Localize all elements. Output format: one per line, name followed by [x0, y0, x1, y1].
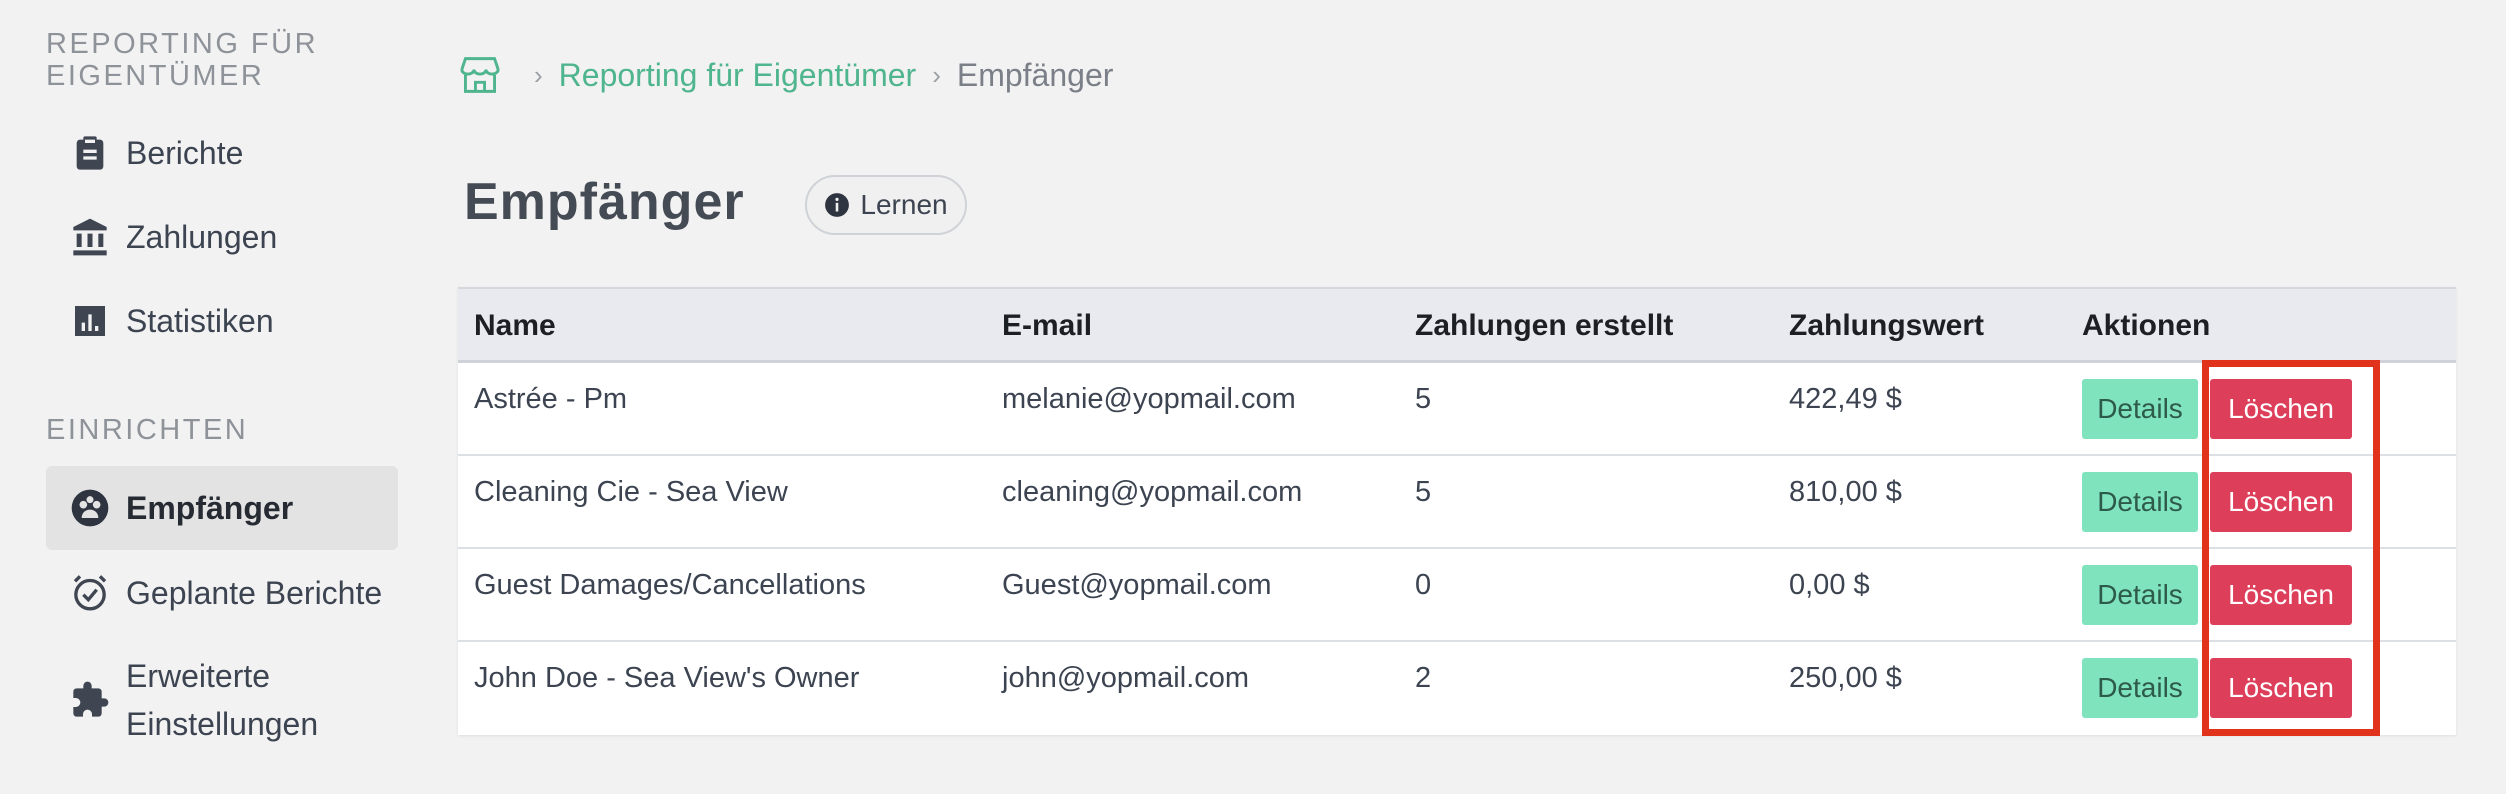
- sidebar: REPORTING FÜR EIGENTÜMER Berichte Zahlun…: [0, 0, 420, 794]
- cell-name: Guest Damages/Cancellations: [474, 569, 866, 601]
- recipients-table: Name E-mail Zahlungen erstellt Zahlungsw…: [458, 287, 2456, 735]
- sidebar-item-berichte[interactable]: Berichte: [46, 126, 398, 180]
- cell-email: Guest@yopmail.com: [1002, 569, 1272, 601]
- page-title: Empfänger: [464, 173, 745, 231]
- cell-name: Cleaning Cie - Sea View: [474, 476, 788, 508]
- bar-chart-icon: [68, 299, 112, 343]
- breadcrumb: › Reporting für Eigentümer › Empfänger: [458, 52, 1113, 98]
- column-header-name: Name: [474, 309, 556, 342]
- cell-name: John Doe - Sea View's Owner: [474, 662, 860, 694]
- delete-button[interactable]: Löschen: [2210, 379, 2352, 439]
- sidebar-item-zahlungen[interactable]: Zahlungen: [46, 210, 398, 264]
- sidebar-item-label-line2: Einstellungen: [126, 706, 319, 742]
- sidebar-item-label: Zahlungen: [126, 218, 278, 255]
- home-icon[interactable]: [458, 55, 502, 95]
- cell-payments-created: 5: [1415, 383, 1432, 415]
- details-button[interactable]: Details: [2082, 472, 2198, 532]
- cell-payment-value: 810,00 $: [1789, 476, 1902, 508]
- cell-payments-created: 5: [1415, 476, 1432, 508]
- delete-button[interactable]: Löschen: [2210, 472, 2352, 532]
- bank-icon: [68, 215, 112, 259]
- sidebar-section-setup: EINRICHTEN: [46, 414, 249, 446]
- table-row: Astrée - Pm melanie@yopmail.com 5 422,49…: [458, 363, 2456, 456]
- sidebar-item-empfaenger[interactable]: Empfänger: [46, 466, 398, 550]
- sidebar-item-label: Empfänger: [126, 489, 294, 526]
- info-icon: [825, 193, 850, 217]
- details-button[interactable]: Details: [2082, 658, 2198, 718]
- app-root: REPORTING FÜR EIGENTÜMER Berichte Zahlun…: [0, 0, 2506, 794]
- cell-email: john@yopmail.com: [1002, 662, 1250, 694]
- alarm-clock-icon: [68, 571, 112, 615]
- sidebar-item-label: Berichte: [126, 134, 244, 171]
- learn-button[interactable]: Lernen: [805, 175, 967, 235]
- breadcrumb-link-reporting[interactable]: Reporting für Eigentümer: [559, 57, 917, 94]
- table-row: Guest Damages/Cancellations Guest@yopmai…: [458, 549, 2456, 642]
- delete-button[interactable]: Löschen: [2210, 565, 2352, 625]
- cell-payment-value: 0,00 $: [1789, 569, 1870, 601]
- cell-email: cleaning@yopmail.com: [1002, 476, 1303, 508]
- table-row: John Doe - Sea View's Owner john@yopmail…: [458, 642, 2456, 735]
- sidebar-item-statistiken[interactable]: Statistiken: [46, 294, 398, 348]
- group-icon: [68, 486, 112, 530]
- breadcrumb-current: Empfänger: [956, 56, 1114, 93]
- sidebar-section-reporting: REPORTING FÜR EIGENTÜMER: [46, 28, 319, 92]
- column-header-email: E-mail: [1002, 309, 1093, 342]
- table-header: Name E-mail Zahlungen erstellt Zahlungsw…: [458, 287, 2456, 363]
- delete-button[interactable]: Löschen: [2210, 658, 2352, 718]
- sidebar-item-erweiterte-einstellungen[interactable]: Erweiterte Einstellungen: [46, 650, 398, 750]
- cell-name: Astrée - Pm: [474, 383, 628, 415]
- details-button[interactable]: Details: [2082, 379, 2198, 439]
- chevron-right-icon: ›: [534, 59, 543, 90]
- column-header-payment-value: Zahlungswert: [1789, 309, 1985, 342]
- sidebar-item-label: Statistiken: [126, 302, 274, 339]
- cell-payments-created: 2: [1415, 662, 1432, 694]
- cell-payment-value: 250,00 $: [1789, 662, 1902, 694]
- column-header-payments-created: Zahlungen erstellt: [1415, 309, 1674, 342]
- details-button[interactable]: Details: [2082, 565, 2198, 625]
- cell-email: melanie@yopmail.com: [1002, 383, 1296, 415]
- cell-payments-created: 0: [1415, 569, 1432, 601]
- clipboard-icon: [68, 131, 112, 175]
- sidebar-item-label-line1: Erweiterte: [126, 658, 271, 694]
- puzzle-icon: [68, 678, 112, 722]
- sidebar-item-geplante-berichte[interactable]: Geplante Berichte: [46, 566, 398, 620]
- cell-payment-value: 422,49 $: [1789, 383, 1902, 415]
- learn-button-label: Lernen: [860, 189, 948, 220]
- table-row: Cleaning Cie - Sea View cleaning@yopmail…: [458, 456, 2456, 549]
- sidebar-item-label: Erweiterte Einstellungen: [126, 652, 318, 748]
- chevron-right-icon: ›: [932, 59, 941, 90]
- column-header-actions: Aktionen: [2082, 309, 2211, 342]
- sidebar-item-label: Geplante Berichte: [126, 574, 383, 611]
